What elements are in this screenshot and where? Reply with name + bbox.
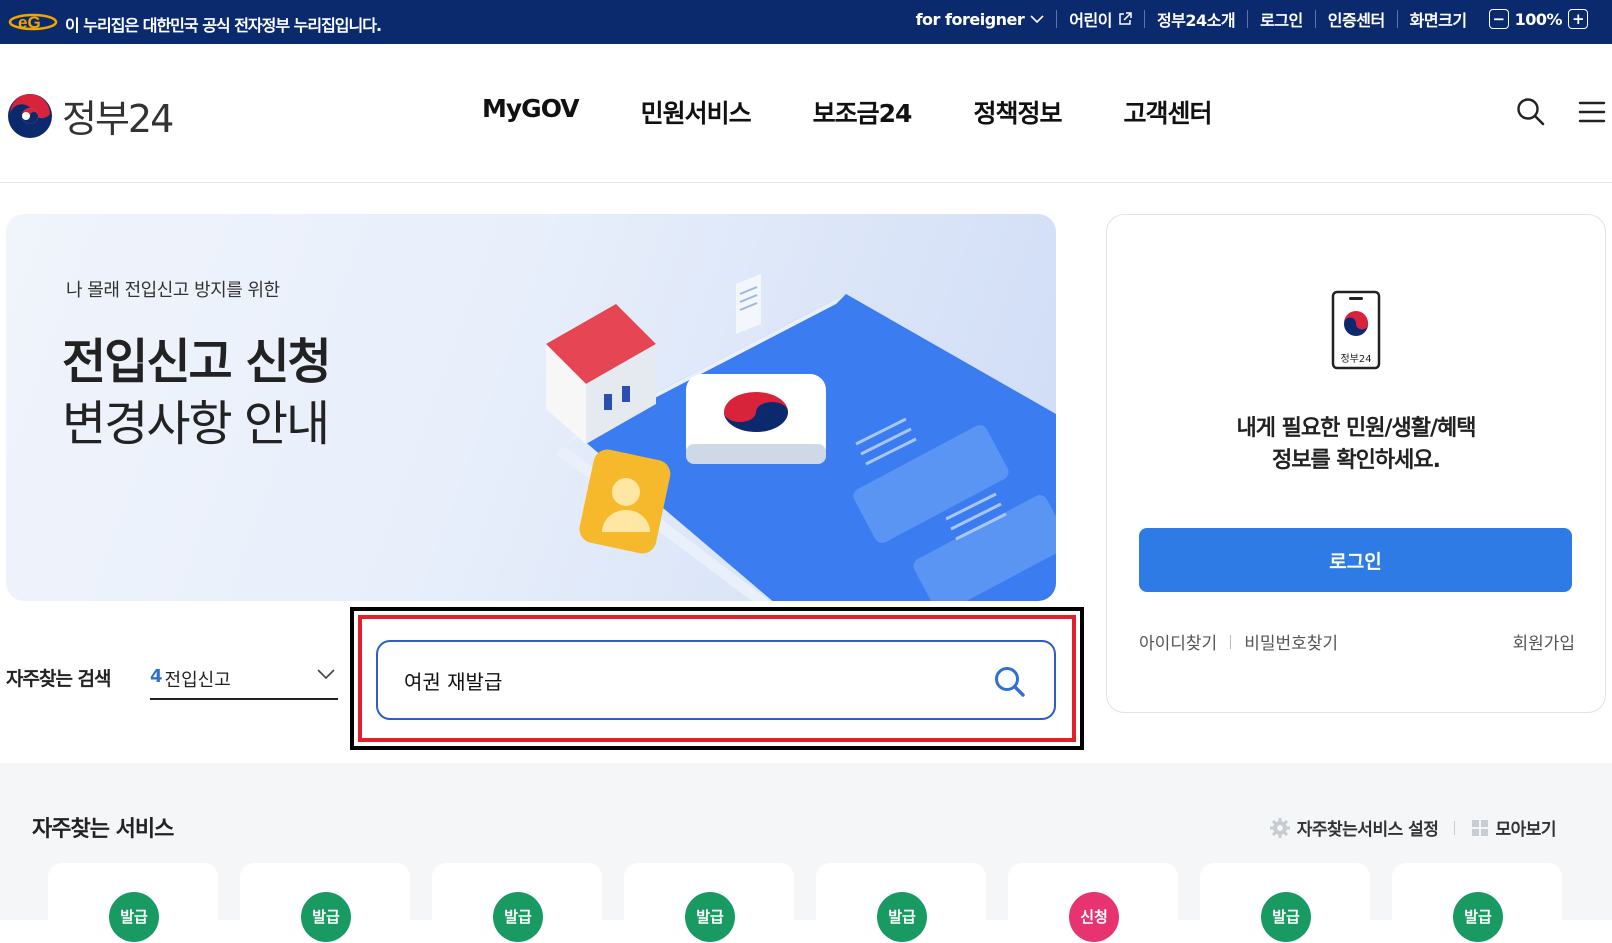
service-type-badge: 발급 — [685, 892, 735, 942]
zoom-level: 100% — [1514, 9, 1563, 29]
search-icon[interactable] — [1515, 96, 1545, 126]
chevron-down-icon — [1030, 15, 1044, 24]
main-search-box — [376, 640, 1056, 720]
service-card[interactable]: 신청 — [1008, 863, 1178, 943]
zoom-in-button[interactable]: + — [1568, 9, 1588, 29]
signup-link[interactable]: 회원가입 — [1512, 629, 1575, 654]
search-term: 전입신고 — [164, 670, 231, 691]
login-button[interactable]: 로그인 — [1139, 528, 1572, 592]
services-tools: 자주찾는서비스 설정 모아보기 — [1269, 815, 1556, 840]
main-navigation: MyGOV 민원서비스 보조금24 정책정보 고객센터 — [482, 94, 1242, 130]
nav-mygov[interactable]: MyGOV — [482, 94, 610, 130]
login-panel: 정부24 내게 필요한 민원/생활/혜택 정보를 확인하세요. 로그인 아이디찾… — [1106, 214, 1606, 713]
top-login-link[interactable]: 로그인 — [1247, 10, 1315, 30]
divider — [1454, 820, 1456, 835]
utility-links: for foreigner 어린이 정부24소개 로그인 인증센터 화면크기 −… — [904, 9, 1600, 30]
hamburger-menu-icon[interactable] — [1578, 100, 1606, 124]
services-settings-button[interactable]: 자주찾는서비스 설정 — [1269, 815, 1439, 840]
service-card[interactable]: 발급 — [816, 863, 986, 943]
nav-customer-center[interactable]: 고객센터 — [1092, 94, 1242, 130]
service-card[interactable]: 발급 — [624, 863, 794, 943]
service-type-badge: 발급 — [301, 892, 351, 942]
section-title: 자주찾는 서비스 — [32, 817, 174, 842]
site-header: 정부24 MyGOV 민원서비스 보조금24 정책정보 고객센터 — [0, 44, 1612, 183]
frequent-search-dropdown[interactable]: 4 전입신고 — [150, 660, 338, 700]
external-link-icon — [1119, 12, 1132, 25]
gear-icon — [1269, 817, 1290, 838]
certificate-center-link[interactable]: 인증센터 — [1314, 10, 1397, 30]
main-search-input[interactable] — [404, 668, 964, 692]
nav-subsidy24[interactable]: 보조금24 — [782, 94, 943, 130]
service-type-badge: 발급 — [109, 892, 159, 942]
moving-report-illustration — [546, 274, 1056, 601]
account-links: 아이디찾기 비밀번호찾기 — [1139, 629, 1338, 654]
zoom-out-button[interactable]: − — [1488, 9, 1509, 29]
service-type-badge: 발급 — [493, 892, 543, 942]
service-type-badge: 발급 — [1453, 892, 1503, 942]
service-card[interactable]: 발급 — [1200, 863, 1370, 943]
frequent-search-label: 자주찾는 검색 — [6, 668, 111, 690]
banner-title-line2: 변경사항 안내 — [62, 396, 330, 452]
search-submit-icon[interactable] — [992, 664, 1026, 698]
banner-title-line1: 전입신고 신청 — [62, 334, 332, 390]
service-type-badge: 발급 — [877, 892, 927, 942]
about-gov24-link[interactable]: 정부24소개 — [1143, 10, 1247, 30]
chevron-down-icon — [317, 669, 335, 680]
find-id-link[interactable]: 아이디찾기 — [1139, 629, 1217, 654]
top-utility-bar: eG 이 누리집은 대한민국 공식 전자정부 누리집입니다. for forei… — [0, 0, 1612, 44]
nav-civil-services[interactable]: 민원서비스 — [610, 94, 782, 130]
service-card[interactable]: 발급 — [48, 863, 218, 943]
gov24-logo[interactable]: 정부24 — [6, 88, 174, 143]
grid-icon — [1472, 819, 1489, 836]
screen-size-control: 화면크기 − 100% + — [1396, 9, 1600, 30]
login-message: 내게 필요한 민원/생활/혜택 정보를 확인하세요. — [1236, 416, 1476, 473]
logo-text: 정부24 — [62, 97, 174, 141]
frequent-services-section: 자주찾는 서비스 자주찾는서비스 설정 모아보기 발급 발급 발급 발급 발급 신청 발급 발… — [0, 763, 1612, 943]
official-site-notice: 이 누리집은 대한민국 공식 전자정부 누리집입니다. — [65, 16, 382, 35]
service-type-badge: 신청 — [1069, 892, 1119, 942]
main-banner[interactable]: 나 몰래 전입신고 방지를 위한 전입신고 신청 변경사항 안내 — [6, 214, 1056, 601]
banner-subtitle: 나 몰래 전입신고 방지를 위한 — [66, 280, 280, 301]
service-cards: 발급 발급 발급 발급 발급 신청 발급 발급 — [48, 863, 1562, 943]
phone-label: 정부24 — [1340, 354, 1372, 365]
taegeuk-logo-icon — [8, 93, 52, 138]
service-card[interactable]: 발급 — [432, 863, 602, 943]
nav-policy-info[interactable]: 정책정보 — [942, 94, 1092, 130]
for-foreigner-link[interactable]: for foreigner — [904, 10, 1057, 29]
service-card[interactable]: 발급 — [240, 863, 410, 943]
find-password-link[interactable]: 비밀번호찾기 — [1244, 629, 1338, 654]
kids-link[interactable]: 어린이 — [1056, 10, 1144, 30]
egov-logo-icon: eG — [8, 13, 58, 32]
search-rank: 4 — [150, 666, 163, 687]
service-card[interactable]: 발급 — [1392, 863, 1562, 943]
view-all-button[interactable]: 모아보기 — [1471, 815, 1556, 840]
service-type-badge: 발급 — [1261, 892, 1311, 942]
divider — [1230, 634, 1232, 649]
svg-text:eG: eG — [18, 13, 41, 32]
